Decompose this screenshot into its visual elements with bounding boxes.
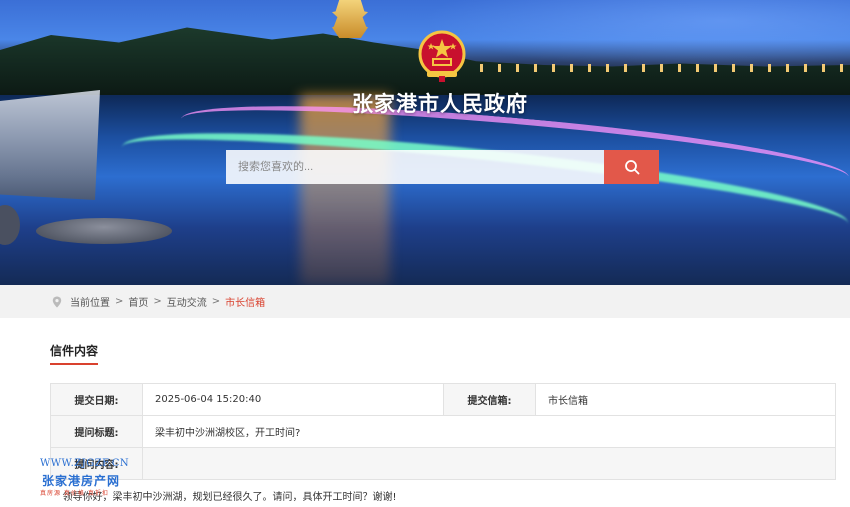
subject-value: 梁丰初中沙洲湖校区，开工时间? <box>142 415 836 448</box>
content-value: 领导你好，梁丰初中沙洲湖，规划已经很久了。请问，具体开工时间？谢谢! <box>50 479 836 507</box>
search-button[interactable] <box>604 150 659 184</box>
mailbox-value: 市长信箱 <box>535 383 836 416</box>
header-banner: 张家港市人民政府 <box>0 0 850 285</box>
watermark-url: WWW.ZJGZF.CN <box>40 458 130 469</box>
breadcrumb-home[interactable]: 首页 <box>128 294 148 309</box>
breadcrumb-prefix: 当前位置 <box>70 298 110 309</box>
search-input[interactable] <box>226 150 606 184</box>
submit-date-label: 提交日期: <box>50 383 143 416</box>
breadcrumb-interaction[interactable]: 互动交流 <box>167 294 207 309</box>
watermark-subtitle: 真房源 真价格 真折扣 <box>40 490 109 497</box>
breadcrumb-separator: > <box>153 296 162 307</box>
section-title-underline <box>50 363 98 365</box>
watermark-name: 张家港房产网 <box>42 474 121 488</box>
national-emblem-icon <box>418 30 466 82</box>
rock-illustration-left <box>0 205 20 245</box>
rock-illustration <box>36 218 172 244</box>
pier-illustration <box>0 90 100 200</box>
section-title: 信件内容 <box>50 344 99 358</box>
mailbox-label: 提交信箱: <box>443 383 536 416</box>
site-title[interactable]: 张家港市人民政府 <box>340 88 540 118</box>
sky-glow <box>420 0 850 70</box>
shore-lights <box>480 64 850 72</box>
letter-detail-table: 提交日期: 2025-06-04 15:20:40 提交信箱: 市长信箱 提问标… <box>50 383 836 507</box>
breadcrumb: 当前位置 > 首页 > 互动交流 > 市长信箱 <box>0 285 850 318</box>
location-pin-icon <box>52 296 62 308</box>
search-icon <box>624 160 639 175</box>
subject-label: 提问标题: <box>50 415 143 448</box>
table-row: 提交日期: 2025-06-04 15:20:40 提交信箱: 市长信箱 <box>50 383 836 416</box>
pagoda-illustration <box>332 0 368 38</box>
table-row: 提问内容: <box>50 447 836 480</box>
breadcrumb-separator: > <box>211 296 221 307</box>
table-row: 领导你好，梁丰初中沙洲湖，规划已经很久了。请问，具体开工时间？谢谢! <box>50 479 836 507</box>
breadcrumb-mayor-mailbox[interactable]: 市长信箱 <box>225 294 265 309</box>
submit-date-value: 2025-06-04 15:20:40 <box>142 383 444 416</box>
content-header-spacer <box>142 447 836 480</box>
breadcrumb-separator: > <box>115 296 124 307</box>
table-row: 提问标题: 梁丰初中沙洲湖校区，开工时间? <box>50 415 836 448</box>
watermark-logo: WWW.ZJGZF.CN 张家港房产网 真房源 真价格 真折扣 <box>40 458 150 506</box>
